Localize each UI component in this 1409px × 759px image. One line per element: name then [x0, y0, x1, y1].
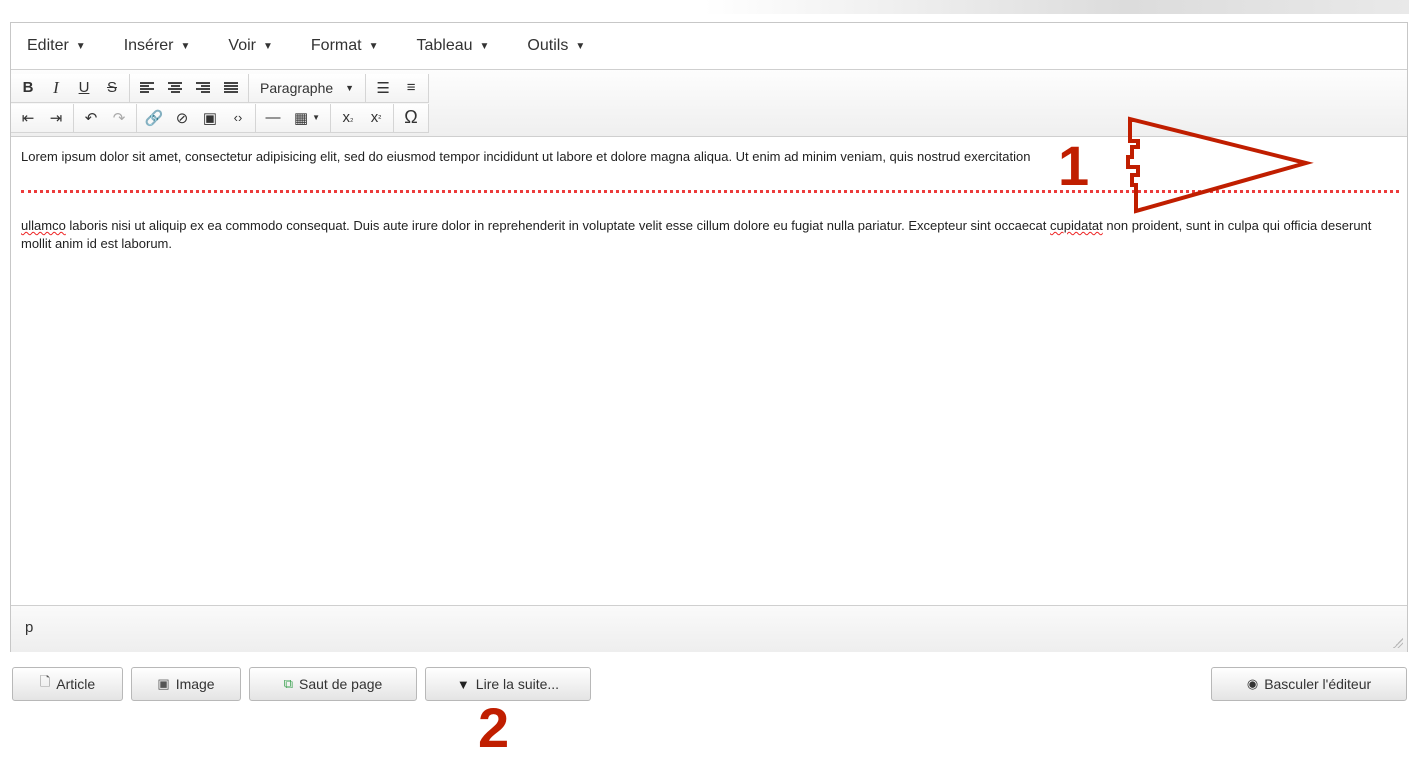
italic-icon[interactable]: I	[45, 76, 67, 100]
bold-icon[interactable]: B	[17, 76, 39, 100]
annotation-label-2: 2	[478, 696, 510, 759]
bullet-list-icon[interactable]: ☰	[372, 76, 394, 100]
toolbar-group-special: Ω	[394, 103, 429, 133]
code-icon[interactable]: ‹›	[227, 106, 249, 130]
toolbar-row-2: ⇤ ⇥ ↶ ↷ 🔗 ⊘ ▣ ‹› — ▦ ▼ x₂ x² Ω	[11, 103, 429, 133]
picture-icon: ▣	[157, 676, 170, 691]
superscript-icon[interactable]: x²	[365, 106, 387, 130]
article-button-label: Article	[56, 676, 96, 692]
align-center-icon[interactable]	[164, 76, 186, 100]
toolbar-group-format: Paragraphe ▼	[249, 73, 367, 103]
special-char-icon[interactable]: Ω	[400, 106, 422, 130]
horizontal-rule-icon[interactable]: —	[262, 106, 284, 130]
align-left-icon[interactable]	[136, 76, 158, 100]
annotation-arrow	[1126, 116, 1314, 214]
caret-down-icon: ▼	[75, 40, 86, 52]
copy-icon: ⧉	[283, 676, 293, 691]
caret-down-icon: ▼	[180, 40, 191, 52]
element-path[interactable]: p	[25, 619, 33, 636]
caret-down-icon: ▼	[575, 40, 586, 52]
format-select-value: Paragraphe	[260, 79, 334, 96]
paragraph-2-text-a: laboris nisi ut aliquip ex ea commodo co…	[65, 218, 1051, 233]
menu-editer[interactable]: Editer ▼	[21, 33, 92, 59]
article-button[interactable]: 🗋 Article	[12, 667, 123, 701]
toolbar-group-text-style: B I U S	[11, 73, 130, 103]
format-select[interactable]: Paragraphe ▼	[252, 76, 362, 100]
caret-down-icon: ▼	[262, 40, 273, 52]
toolbar-group-table: — ▦ ▼	[256, 103, 331, 133]
toggle-editor-button-label: Basculer l'éditeur	[1264, 676, 1372, 692]
editor-menubar: Editer ▼ Insérer ▼ Voir ▼ Format ▼ Tableau ▼ …	[11, 23, 1407, 69]
editor-statusbar: p	[11, 605, 1407, 652]
chevron-down-icon: ▼	[456, 676, 470, 692]
numbered-list-icon[interactable]: ≡	[400, 76, 422, 100]
resize-handle-icon[interactable]	[1393, 638, 1403, 648]
misspelled-word[interactable]: ullamco	[21, 218, 66, 233]
page-break-button-label: Saut de page	[299, 676, 383, 692]
redo-icon[interactable]: ↷	[108, 106, 130, 130]
menu-inserer-label: Insérer	[123, 37, 174, 54]
toolbar-group-history: ↶ ↷	[74, 103, 137, 133]
menu-tableau-label: Tableau	[416, 37, 473, 54]
menu-outils[interactable]: Outils ▼	[521, 33, 591, 59]
menu-voir[interactable]: Voir ▼	[222, 33, 278, 59]
toolbar-row-1: B I U S Paragraphe ▼ ☰ ≡	[11, 73, 430, 103]
toolbar-group-lists: ☰ ≡	[366, 73, 430, 103]
image-button-label: Image	[175, 676, 215, 692]
menu-editer-label: Editer	[27, 37, 69, 54]
annotation-label-1: 1	[1058, 134, 1090, 197]
align-right-icon[interactable]	[192, 76, 214, 100]
top-background-fade	[0, 0, 1409, 14]
toolbar-group-insert: 🔗 ⊘ ▣ ‹›	[137, 103, 256, 133]
image-icon[interactable]: ▣	[199, 106, 221, 130]
eye-icon: ◉	[1246, 676, 1259, 691]
image-button[interactable]: ▣ Image	[131, 667, 241, 701]
toolbar-group-align	[130, 73, 249, 103]
align-justify-icon[interactable]	[220, 76, 242, 100]
link-icon[interactable]: 🔗	[143, 106, 165, 130]
caret-down-icon: ▼	[479, 40, 490, 52]
menu-voir-label: Voir	[228, 37, 256, 54]
menu-tableau[interactable]: Tableau ▼	[410, 33, 495, 59]
indent-icon[interactable]: ⇥	[45, 106, 67, 130]
document-icon: 🗋	[39, 674, 51, 689]
underline-icon[interactable]: U	[73, 76, 95, 100]
read-more-button-label: Lire la suite...	[475, 676, 560, 692]
caret-down-icon: ▼	[368, 40, 379, 52]
strikethrough-icon[interactable]: S	[101, 76, 123, 100]
unlink-icon[interactable]: ⊘	[171, 106, 193, 130]
menu-format-label: Format	[310, 37, 362, 54]
caret-down-icon: ▼	[345, 82, 355, 93]
toolbar-group-indent: ⇤ ⇥	[11, 103, 74, 133]
menu-format[interactable]: Format ▼	[305, 33, 385, 59]
undo-icon[interactable]: ↶	[80, 106, 102, 130]
table-icon[interactable]: ▦ ▼	[290, 106, 324, 130]
outdent-icon[interactable]: ⇤	[17, 106, 39, 130]
toolbar-group-script: x₂ x²	[331, 103, 394, 133]
page-break-button[interactable]: ⧉ Saut de page	[249, 667, 417, 701]
subscript-icon[interactable]: x₂	[337, 106, 359, 130]
menu-inserer[interactable]: Insérer ▼	[118, 33, 197, 59]
toggle-editor-button[interactable]: ◉ Basculer l'éditeur	[1211, 667, 1407, 701]
menu-outils-label: Outils	[527, 37, 569, 54]
